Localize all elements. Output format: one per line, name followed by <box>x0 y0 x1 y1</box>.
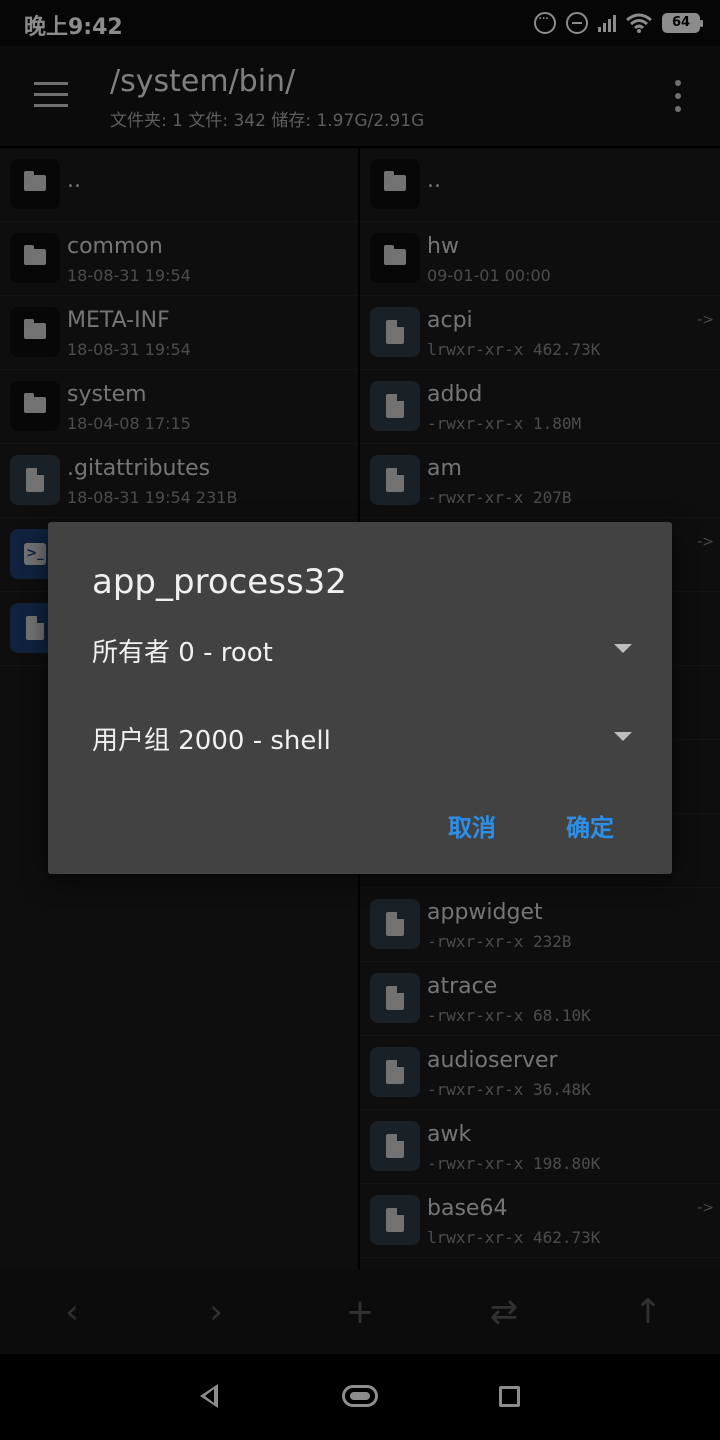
dialog-title: app_process32 <box>92 562 347 602</box>
group-dropdown[interactable]: 用户组 2000 - shell <box>92 714 632 758</box>
dropdown-arrow-icon <box>614 644 632 653</box>
cancel-button[interactable]: 取消 <box>448 808 496 843</box>
ok-button[interactable]: 确定 <box>566 808 614 843</box>
dropdown-arrow-icon <box>614 732 632 741</box>
change-owner-dialog: app_process32 所有者 0 - root 用户组 2000 - sh… <box>48 522 672 874</box>
group-label: 用户组 2000 - shell <box>92 726 331 756</box>
owner-label: 所有者 0 - root <box>92 638 273 668</box>
owner-dropdown[interactable]: 所有者 0 - root <box>92 626 632 670</box>
